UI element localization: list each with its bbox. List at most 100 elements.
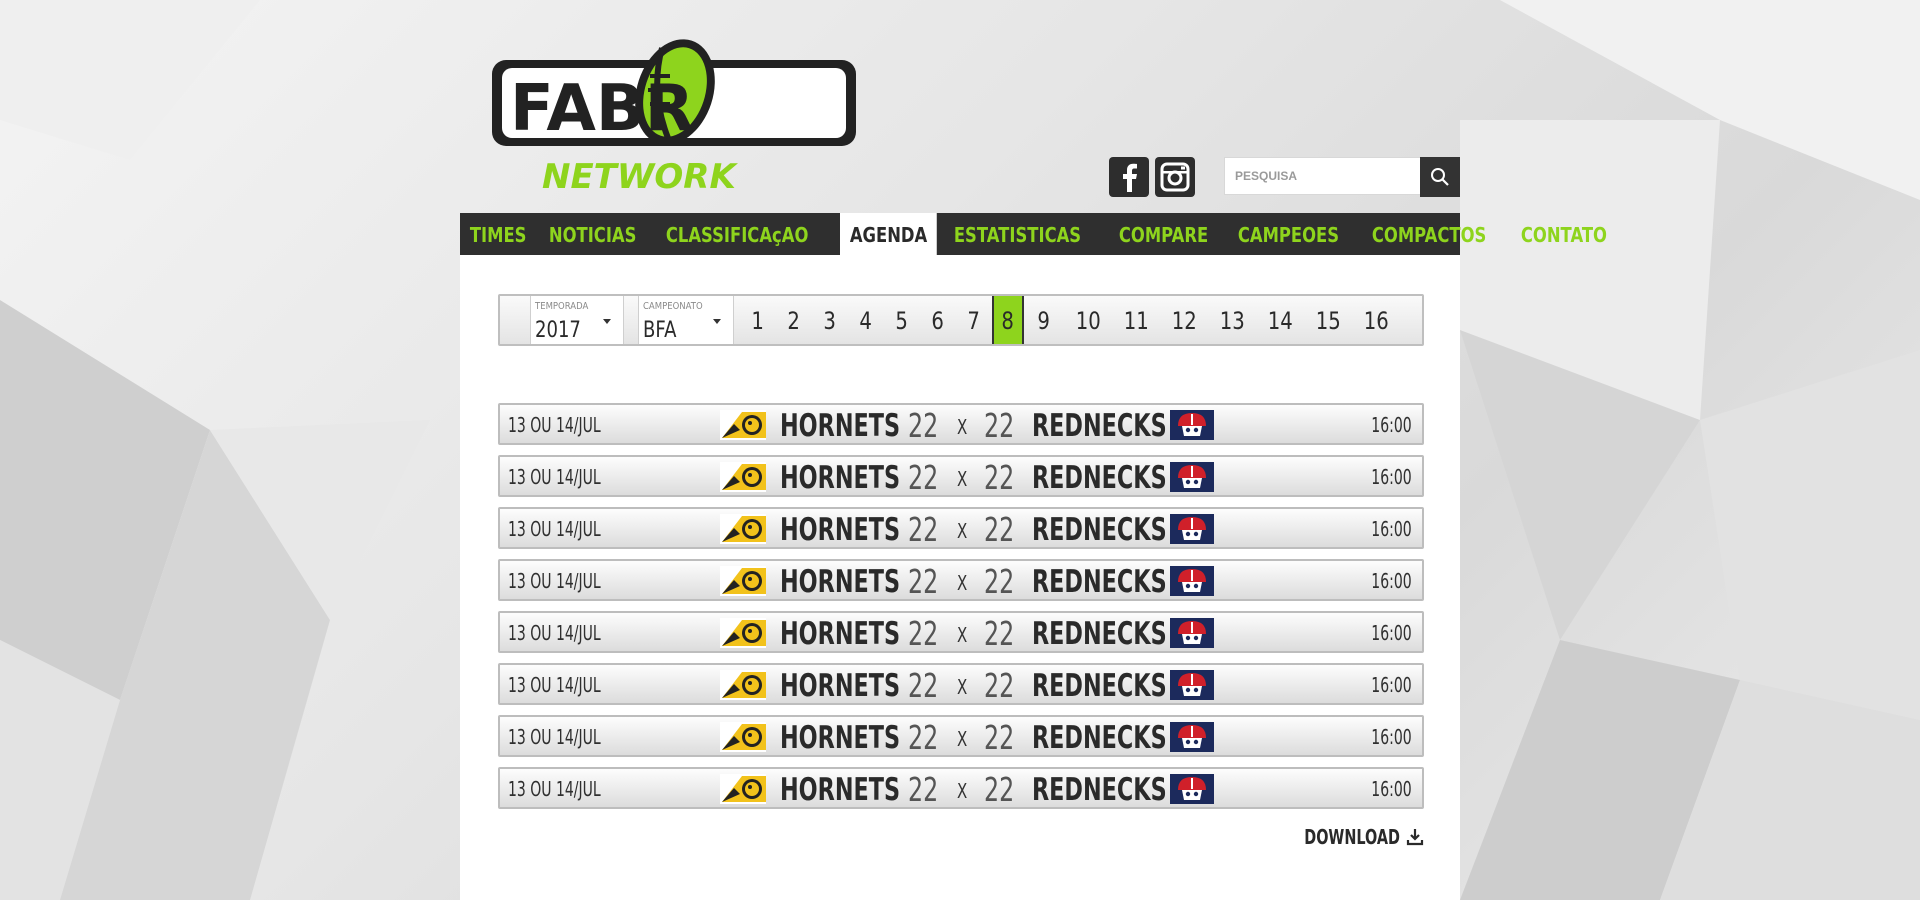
round-2[interactable]: 2: [776, 296, 812, 344]
game-list: 13 OU 14/JUL HORNETS 22 X 22 REDNECKS 16…: [498, 403, 1424, 819]
rednecks-logo-icon: [1170, 514, 1214, 544]
game-row[interactable]: 13 OU 14/JUL HORNETS 22 X 22 REDNECKS 16…: [498, 767, 1424, 809]
nav-item-estatisticas[interactable]: ESTATISTICAS: [944, 213, 1091, 255]
game-row[interactable]: 13 OU 14/JUL HORNETS 22 X 22 REDNECKS 16…: [498, 663, 1424, 705]
game-date: 13 OU 14/JUL: [508, 465, 601, 489]
round-8[interactable]: 8: [992, 296, 1024, 344]
game-time: 16:00: [1371, 777, 1412, 801]
season-select[interactable]: TEMPORADA 2017: [530, 296, 624, 344]
round-7[interactable]: 7: [956, 296, 992, 344]
hornets-logo-icon: [720, 410, 766, 440]
score-separator: X: [957, 623, 968, 647]
home-team: HORNETS: [780, 772, 901, 808]
score-separator: X: [957, 519, 968, 543]
score-separator: X: [957, 675, 968, 699]
rednecks-logo-icon: [1170, 618, 1214, 648]
game-row[interactable]: 13 OU 14/JUL HORNETS 22 X 22 REDNECKS 16…: [498, 559, 1424, 601]
facebook-icon[interactable]: [1109, 157, 1149, 197]
away-score: 22: [984, 770, 1015, 809]
score-separator: X: [957, 779, 968, 803]
game-date: 13 OU 14/JUL: [508, 413, 601, 437]
away-team: REDNECKS: [1032, 616, 1167, 652]
game-row[interactable]: 13 OU 14/JUL HORNETS 22 X 22 REDNECKS 16…: [498, 507, 1424, 549]
home-score: 22: [908, 406, 939, 445]
away-score: 22: [984, 458, 1015, 497]
round-16[interactable]: 16: [1352, 296, 1400, 344]
nav-item-campeoes[interactable]: CAMPEOES: [1228, 213, 1349, 255]
instagram-icon[interactable]: [1155, 157, 1195, 197]
round-10[interactable]: 10: [1064, 296, 1112, 344]
agenda-panel: TEMPORADA 2017 CAMPEONATO BFA 1 2 3 4 5 …: [460, 255, 1460, 900]
chevron-down-icon: [713, 319, 721, 324]
game-date: 13 OU 14/JUL: [508, 517, 601, 541]
round-9[interactable]: 9: [1024, 296, 1064, 344]
main-nav: TIMES NOTICIAS CLASSIFICAçAO AGENDA ESTA…: [460, 213, 1607, 255]
away-score: 22: [984, 510, 1015, 549]
round-6[interactable]: 6: [920, 296, 956, 344]
download-button[interactable]: DOWNLOAD: [1267, 825, 1424, 849]
game-time: 16:00: [1371, 413, 1412, 437]
game-row[interactable]: 13 OU 14/JUL HORNETS 22 X 22 REDNECKS 16…: [498, 455, 1424, 497]
hornets-logo-icon: [720, 462, 766, 492]
away-score: 22: [984, 666, 1015, 705]
home-team: HORNETS: [780, 564, 901, 600]
nav-item-contato[interactable]: CONTATO: [1511, 213, 1617, 255]
championship-value: BFA: [643, 318, 677, 343]
page-container: FABR NETWORK TIMES NOTICIAS CLASSIFICAçA…: [460, 0, 1607, 900]
rednecks-logo-icon: [1170, 566, 1214, 596]
round-5[interactable]: 5: [884, 296, 920, 344]
search-icon: [1431, 168, 1449, 186]
score-separator: X: [957, 467, 968, 491]
away-team: REDNECKS: [1032, 408, 1167, 444]
game-date: 13 OU 14/JUL: [508, 569, 601, 593]
season-label: TEMPORADA: [535, 301, 589, 312]
game-date: 13 OU 14/JUL: [508, 725, 601, 749]
nav-item-compactos[interactable]: COMPACTOS: [1362, 213, 1496, 255]
rednecks-logo-icon: [1170, 462, 1214, 492]
game-time: 16:00: [1371, 465, 1412, 489]
score-separator: X: [957, 415, 968, 439]
game-date: 13 OU 14/JUL: [508, 673, 601, 697]
round-4[interactable]: 4: [848, 296, 884, 344]
nav-item-noticias[interactable]: NOTICIAS: [539, 213, 646, 255]
nav-item-compare[interactable]: COMPARE: [1109, 213, 1218, 255]
round-14[interactable]: 14: [1256, 296, 1304, 344]
away-score: 22: [984, 718, 1015, 757]
nav-item-agenda[interactable]: AGENDA: [839, 213, 937, 255]
round-1[interactable]: 1: [740, 296, 776, 344]
logo-text: FABR: [510, 72, 694, 146]
hornets-logo-icon: [720, 514, 766, 544]
search-button[interactable]: [1420, 157, 1460, 197]
nav-item-times[interactable]: TIMES: [460, 213, 536, 255]
round-13[interactable]: 13: [1208, 296, 1256, 344]
away-team: REDNECKS: [1032, 720, 1167, 756]
round-15[interactable]: 15: [1304, 296, 1352, 344]
nav-item-classificacao[interactable]: CLASSIFICAçAO: [656, 213, 818, 255]
score-separator: X: [957, 727, 968, 751]
round-selector: 1 2 3 4 5 6 7 8 9 10 11 12 13 14 15 16: [740, 296, 1400, 344]
chevron-down-icon: [603, 319, 611, 324]
game-row[interactable]: 13 OU 14/JUL HORNETS 22 X 22 REDNECKS 16…: [498, 611, 1424, 653]
rednecks-logo-icon: [1170, 774, 1214, 804]
home-team: HORNETS: [780, 720, 901, 756]
score-separator: X: [957, 571, 968, 595]
home-score: 22: [908, 718, 939, 757]
search-box: [1224, 157, 1460, 197]
home-team: HORNETS: [780, 460, 901, 496]
search-input[interactable]: [1224, 157, 1420, 195]
championship-select[interactable]: CAMPEONATO BFA: [638, 296, 734, 344]
rednecks-logo-icon: [1170, 670, 1214, 700]
away-score: 22: [984, 614, 1015, 653]
game-row[interactable]: 13 OU 14/JUL HORNETS 22 X 22 REDNECKS 16…: [498, 403, 1424, 445]
home-score: 22: [908, 458, 939, 497]
round-11[interactable]: 11: [1112, 296, 1160, 344]
download-label: DOWNLOAD: [1304, 825, 1400, 849]
round-3[interactable]: 3: [812, 296, 848, 344]
home-score: 22: [908, 510, 939, 549]
hornets-logo-icon: [720, 722, 766, 752]
game-row[interactable]: 13 OU 14/JUL HORNETS 22 X 22 REDNECKS 16…: [498, 715, 1424, 757]
game-time: 16:00: [1371, 621, 1412, 645]
fabr-network-logo[interactable]: FABR NETWORK: [490, 38, 860, 198]
round-12[interactable]: 12: [1160, 296, 1208, 344]
away-score: 22: [984, 562, 1015, 601]
